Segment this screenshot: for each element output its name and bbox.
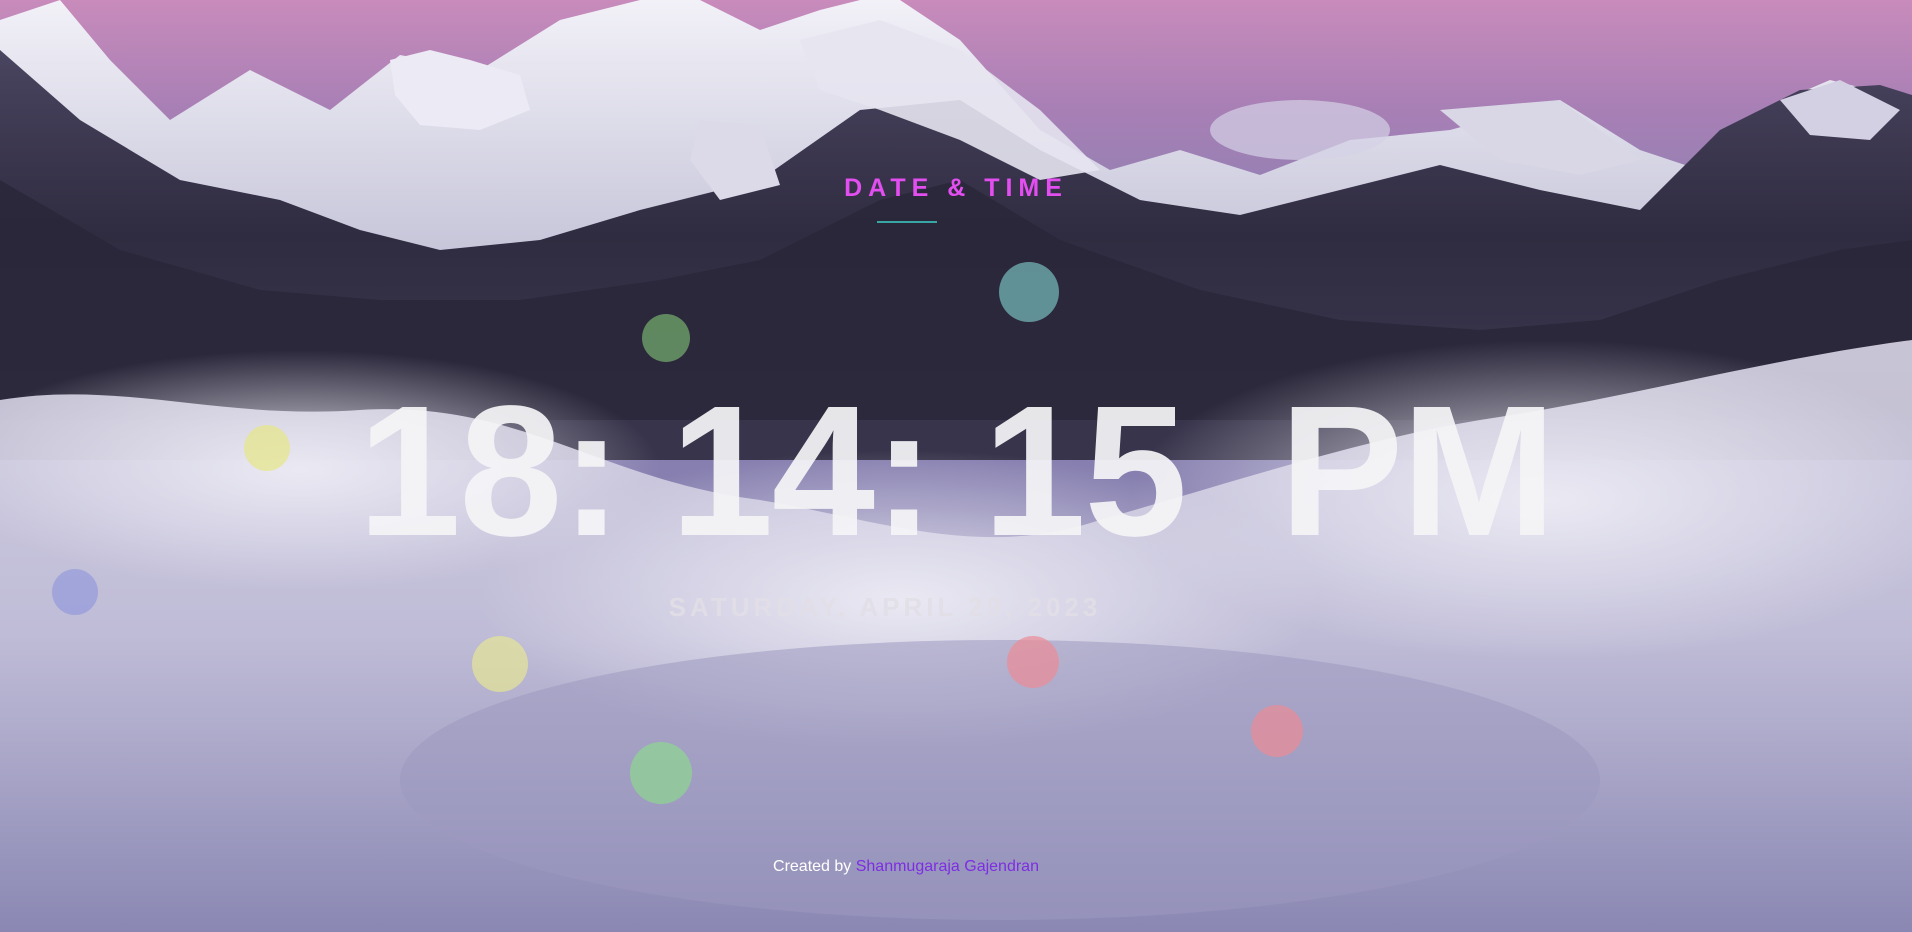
floating-bubble-yellow xyxy=(472,636,528,692)
author-link[interactable]: Shanmugaraja Gajendran xyxy=(856,858,1039,875)
floating-bubble-green xyxy=(630,742,692,804)
floating-bubble-teal xyxy=(999,262,1059,322)
date-display: SATURDAY, APRIL 29, 2023 xyxy=(668,592,1102,622)
clock-hours: 18 xyxy=(357,368,563,575)
floating-bubble-green xyxy=(642,314,690,362)
clock-minutes: 14 xyxy=(670,368,875,575)
time-display: 18: 14: 15 PM xyxy=(0,372,1912,572)
clock-separator: : xyxy=(560,368,623,575)
page-heading: DATE & TIME xyxy=(844,174,1068,202)
clock-separator: : xyxy=(873,368,935,575)
floating-bubble-red xyxy=(1007,636,1059,688)
clock-seconds: 15 xyxy=(982,368,1188,575)
clock-period: PM xyxy=(1279,368,1556,575)
heading-underline xyxy=(877,221,937,223)
footer-credit: Created by Shanmugaraja Gajendran xyxy=(0,858,1812,876)
footer-prefix: Created by xyxy=(773,858,852,875)
floating-bubble-red xyxy=(1251,705,1303,757)
